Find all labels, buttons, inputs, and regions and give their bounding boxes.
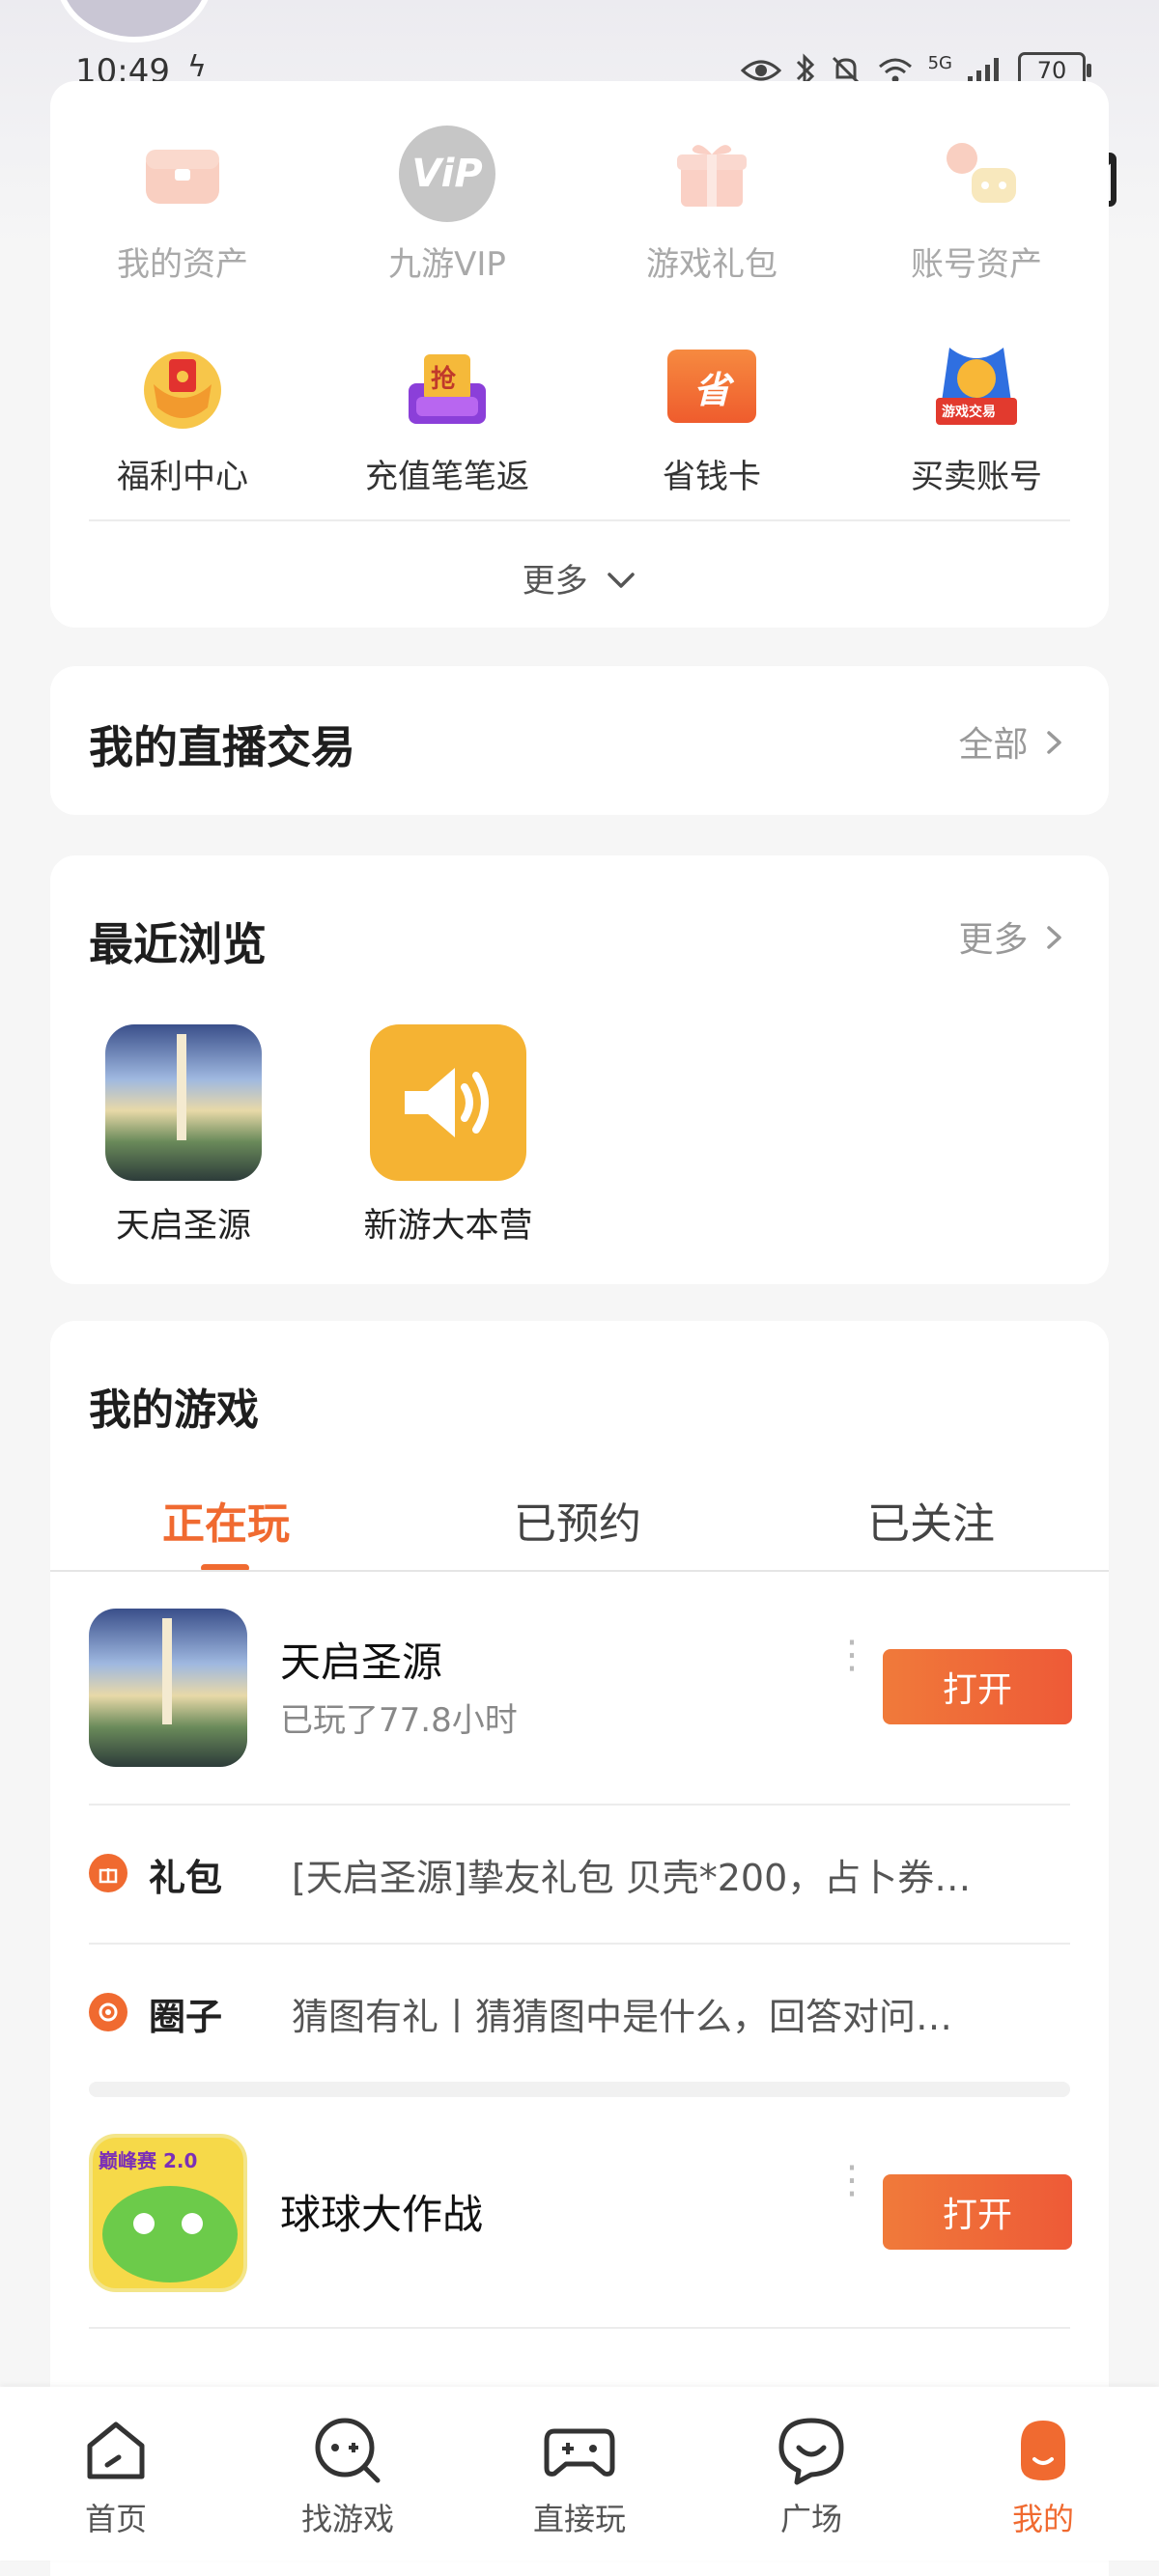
vip-badge: ViP (411, 152, 483, 196)
plaza-icon (773, 2412, 850, 2489)
my-games-tabs: 正在玩 已预约 已关注 (50, 1475, 1109, 1572)
network-label: 5G (927, 52, 952, 73)
nav-plaza[interactable]: 广场 (695, 2387, 927, 2561)
recent-browse-card: 最近浏览 更多 天启圣源 新游大本营 (50, 855, 1109, 1284)
tab-followed[interactable]: 已关注 (867, 1489, 995, 1551)
my-games-title: 我的游戏 (89, 1386, 259, 1435)
recent-more-link[interactable]: 更多 (959, 911, 1064, 962)
game-row-divider (89, 2327, 1070, 2329)
save-card-icon: 省 (667, 350, 756, 423)
my-assets-item[interactable]: 我的资产 (50, 81, 315, 294)
chevron-right-icon (1047, 926, 1061, 949)
game-row-tianqi[interactable]: 天启圣源 已玩了77.8小时 ⋮ 打开 (50, 1609, 1109, 1773)
qiuqiu-badge: 巅峰赛 2.0 (99, 2149, 198, 2172)
live-trade-card[interactable]: 我的直播交易 全部 (50, 666, 1109, 815)
account-assets-item[interactable]: 账号资产 (844, 81, 1109, 294)
recent-item-tianqi-label: 天启圣源 (115, 1207, 251, 1246)
find-game-icon (309, 2412, 386, 2489)
nav-direct-play-label: 直接玩 (532, 2501, 626, 2537)
tianqi-game-thumbnail (105, 1024, 262, 1181)
recent-item-xinyou[interactable]: 新游大本营 (352, 1024, 545, 1247)
eye-icon (740, 60, 781, 81)
circle-row-title: 圈子 (149, 1996, 223, 2038)
gift-row-text: [天启圣源]挚友礼包 贝壳*200，占卜券… (292, 1857, 972, 1899)
speaker-icon (370, 1024, 526, 1181)
assets-grid-row2: 福利中心 抢 充值笔笔返 省 省钱卡 游戏交易 买卖账号 (50, 294, 1109, 506)
gift-icon (664, 126, 760, 222)
save-card-item[interactable]: 省 省钱卡 (580, 294, 844, 506)
save-card-label: 省钱卡 (663, 458, 761, 496)
account-assets-icon (928, 126, 1025, 222)
home-icon (77, 2412, 155, 2489)
trade-account-icon: 游戏交易 (928, 338, 1025, 434)
tabs-divider (50, 1570, 1109, 1572)
assets-more-button[interactable]: 更多 (50, 554, 1109, 602)
mine-icon (1004, 2412, 1082, 2489)
nav-mine[interactable]: 我的 (927, 2387, 1159, 2561)
tab-playing[interactable]: 正在玩 (162, 1489, 290, 1551)
game-gift-item[interactable]: 游戏礼包 (580, 81, 844, 294)
gift-row-title: 礼包 (149, 1857, 223, 1899)
save-card-badge: 省 (693, 368, 730, 411)
vip-label: 九游VIP (388, 245, 506, 284)
recent-title: 最近浏览 (89, 918, 267, 970)
gift-icon (89, 1854, 127, 1892)
welfare-center-item[interactable]: 福利中心 (50, 294, 315, 506)
vip-icon: ViP (399, 126, 495, 222)
nav-find-game-label: 找游戏 (300, 2501, 394, 2537)
charging-icon: ϟ (187, 50, 207, 84)
tianqi-game-icon (89, 1609, 247, 1767)
recent-item-xinyou-label: 新游大本营 (363, 1207, 533, 1246)
trade-account-label: 买卖账号 (911, 458, 1042, 496)
circle-icon (89, 1993, 127, 2031)
open-game-button[interactable]: 打开 (883, 1649, 1072, 1724)
game-name: 球球大作战 (280, 2191, 484, 2238)
recharge-badge: 抢 (431, 365, 457, 394)
welfare-icon (134, 338, 231, 434)
open-game-button[interactable]: 打开 (883, 2174, 1072, 2250)
assets-more-label: 更多 (522, 562, 588, 601)
recharge-icon: 抢 (399, 338, 495, 434)
live-trade-title: 我的直播交易 (89, 721, 355, 773)
game-playtime: 已玩了77.8小时 (280, 1701, 518, 1740)
game-separator (89, 2082, 1070, 2097)
qiuqiu-game-icon: 巅峰赛 2.0 (89, 2134, 247, 2292)
circle-row-text: 猜图有礼丨猜猜图中是什么，回答对问… (292, 1996, 953, 2038)
circle-row[interactable]: 圈子 猜图有礼丨猜猜图中是什么，回答对问… (89, 1943, 1070, 2082)
nav-find-game[interactable]: 找游戏 (232, 2387, 464, 2561)
nav-home[interactable]: 首页 (0, 2387, 232, 2561)
game-row-qiuqiu[interactable]: 巅峰赛 2.0 球球大作战 ⋮ 打开 (50, 2134, 1109, 2298)
game-name: 天启圣源 (280, 1638, 443, 1686)
bottom-nav: 首页 找游戏 直接玩 广场 我的 (0, 2387, 1159, 2561)
my-assets-label: 我的资产 (117, 245, 248, 284)
recharge-rebate-item[interactable]: 抢 充值笔笔返 (315, 294, 580, 506)
gamepad-icon (541, 2412, 618, 2489)
assets-card: 我的资产 ViP 九游VIP 游戏礼包 账号资产 福利中心 抢 充值笔笔返 省 … (50, 81, 1109, 628)
live-trade-all-label: 全部 (958, 725, 1029, 765)
nav-home-label: 首页 (84, 2501, 147, 2537)
chevron-down-icon (608, 573, 636, 588)
chevron-right-icon (1047, 731, 1061, 754)
nav-mine-label: 我的 (1011, 2501, 1074, 2537)
trade-account-item[interactable]: 游戏交易 买卖账号 (844, 294, 1109, 506)
assets-grid-row1: 我的资产 ViP 九游VIP 游戏礼包 账号资产 (50, 81, 1109, 294)
account-assets-label: 账号资产 (911, 245, 1042, 284)
assets-divider (89, 519, 1070, 521)
status-bar: 10:49 ϟ 5G 70 (0, 0, 1159, 91)
game-gift-label: 游戏礼包 (646, 245, 777, 284)
nav-plaza-label: 广场 (779, 2501, 842, 2537)
trade-account-badge: 游戏交易 (942, 405, 996, 420)
recent-more-label: 更多 (958, 920, 1029, 960)
vip-item[interactable]: ViP 九游VIP (315, 81, 580, 294)
nav-direct-play[interactable]: 直接玩 (464, 2387, 695, 2561)
more-options-icon[interactable]: ⋮ (833, 2161, 871, 2199)
recent-item-tianqi[interactable]: 天启圣源 (87, 1024, 280, 1247)
welfare-center-label: 福利中心 (117, 458, 248, 496)
more-options-icon[interactable]: ⋮ (833, 1636, 871, 1674)
gift-row[interactable]: 礼包 [天启圣源]挚友礼包 贝壳*200，占卜券… (89, 1804, 1070, 1943)
wallet-icon (134, 126, 231, 222)
tab-reserved[interactable]: 已预约 (514, 1489, 641, 1551)
live-trade-all-link[interactable]: 全部 (959, 716, 1064, 767)
recharge-rebate-label: 充值笔笔返 (365, 458, 529, 496)
